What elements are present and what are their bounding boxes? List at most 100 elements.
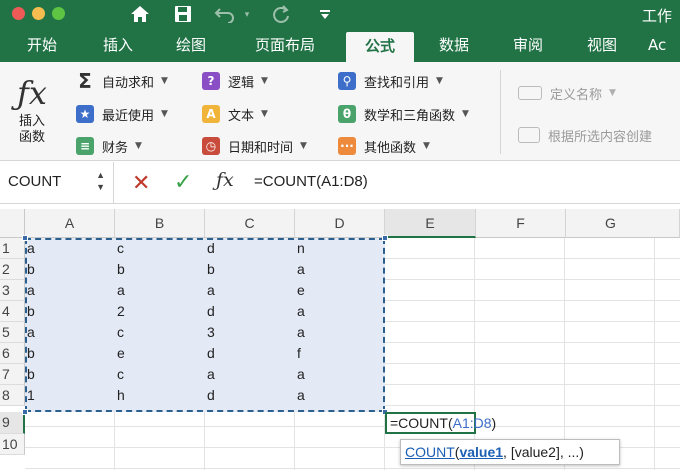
more-functions-label: 其他函数 — [364, 140, 417, 156]
row-header-4[interactable]: 4 — [0, 301, 25, 322]
tooltip-function-link[interactable]: COUNT — [405, 444, 455, 460]
cell-d7[interactable]: a — [295, 364, 385, 385]
enter-icon[interactable]: ✓ — [174, 169, 192, 195]
cell-b5[interactable]: c — [115, 322, 205, 343]
ribbon-separator — [500, 70, 501, 154]
tooltip-current-argument[interactable]: value1 — [459, 444, 503, 460]
cell-c5[interactable]: 3 — [205, 322, 295, 343]
cell-d4[interactable]: a — [295, 301, 385, 322]
tab-acrobat[interactable]: Ac — [648, 28, 680, 62]
text-button[interactable]: A 文本 ▼ — [202, 103, 268, 125]
row-header-3[interactable]: 3 — [0, 280, 25, 301]
column-header-g[interactable]: G — [566, 209, 680, 238]
row-header-8[interactable]: 8 — [0, 385, 25, 406]
cell-a7[interactable]: b — [25, 364, 115, 385]
cell-c8[interactable]: d — [205, 385, 295, 406]
row-header-10[interactable]: 10 — [0, 434, 25, 455]
formula-input[interactable]: =COUNT(A1:D8) — [254, 173, 368, 190]
undo-icon[interactable] — [212, 0, 238, 28]
magnifier-icon: ⚲ — [338, 72, 356, 90]
cell-b7[interactable]: c — [115, 364, 205, 385]
cell-a5[interactable]: a — [25, 322, 115, 343]
tab-draw[interactable]: 绘图 — [163, 28, 219, 62]
cell-a1[interactable]: a — [25, 238, 115, 259]
select-all-corner[interactable] — [0, 209, 25, 238]
recently-used-button[interactable]: ★ 最近使用 ▼ — [76, 103, 168, 125]
active-cell-e9[interactable]: =COUNT(A1:D8) — [385, 412, 496, 434]
range-handle-bottom-left[interactable] — [22, 409, 28, 415]
fx-icon[interactable]: ƒx — [216, 169, 234, 191]
tab-formulas[interactable]: 公式 — [346, 32, 414, 62]
tab-insert[interactable]: 插入 — [90, 28, 146, 62]
tab-page-layout[interactable]: 页面布局 — [240, 28, 330, 62]
cell-c6[interactable]: d — [205, 343, 295, 364]
column-header-c[interactable]: C — [205, 209, 295, 238]
redo-icon[interactable] — [268, 0, 294, 28]
lookup-reference-button[interactable]: ⚲ 查找和引用 ▼ — [338, 70, 443, 92]
cell-b6[interactable]: e — [115, 343, 205, 364]
cell-d5[interactable]: a — [295, 322, 385, 343]
cell-a2[interactable]: b — [25, 259, 115, 280]
row-header-1[interactable]: 1 — [0, 238, 25, 259]
save-icon[interactable] — [170, 0, 196, 28]
customize-toolbar-icon[interactable] — [314, 0, 336, 28]
undo-dropdown-icon[interactable]: ▾ — [240, 0, 254, 28]
cell-d3[interactable]: e — [295, 280, 385, 301]
cell-d8[interactable]: a — [295, 385, 385, 406]
financial-button[interactable]: ≡ 财务 ▼ — [76, 135, 142, 157]
column-header-d[interactable]: D — [295, 209, 385, 238]
chevron-down-icon: ▼ — [161, 76, 168, 86]
math-trig-button[interactable]: θ 数学和三角函数 ▼ — [338, 103, 469, 125]
tab-data[interactable]: 数据 — [426, 28, 482, 62]
minimize-window-button[interactable] — [32, 7, 45, 20]
column-header-f[interactable]: F — [476, 209, 566, 238]
cancel-icon[interactable]: ✕ — [132, 170, 150, 196]
row-header-9[interactable]: 9 — [0, 412, 25, 434]
create-from-selection-button[interactable]: 根据所选内容创建 — [518, 124, 652, 146]
name-box-stepper-icon[interactable]: ▲ ▼ — [96, 169, 105, 193]
tab-home[interactable]: 开始 — [14, 28, 70, 62]
column-header-e[interactable]: E — [385, 209, 476, 238]
name-box[interactable]: COUNT ▲ ▼ — [0, 162, 114, 204]
logical-label: 逻辑 — [228, 75, 255, 91]
insert-function-button[interactable]: ƒx 插入 函数 — [8, 72, 56, 158]
date-time-button[interactable]: ◷ 日期和时间 ▼ — [202, 135, 307, 157]
cell-b4[interactable]: 2 — [115, 301, 205, 322]
cell-a3[interactable]: a — [25, 280, 115, 301]
more-functions-button[interactable]: ··· 其他函数 ▼ — [338, 135, 430, 157]
zoom-window-button[interactable] — [52, 7, 65, 20]
cell-c3[interactable]: a — [205, 280, 295, 301]
tab-view[interactable]: 视图 — [574, 28, 630, 62]
row-header-2[interactable]: 2 — [0, 259, 25, 280]
title-bar: ▾ 工作 — [0, 0, 680, 28]
cell-b1[interactable]: c — [115, 238, 205, 259]
cell-a6[interactable]: b — [25, 343, 115, 364]
logical-button[interactable]: ? 逻辑 ▼ — [202, 70, 268, 92]
cell-b8[interactable]: h — [115, 385, 205, 406]
autosum-button[interactable]: Σ 自动求和 ▼ — [76, 69, 168, 93]
insert-function-label-2: 函数 — [18, 130, 45, 145]
column-header-b[interactable]: B — [115, 209, 205, 238]
cell-c4[interactable]: d — [205, 301, 295, 322]
cell-d1[interactable]: n — [295, 238, 385, 259]
cell-b2[interactable]: b — [115, 259, 205, 280]
ribbon-formulas: ƒx 插入 函数 Σ 自动求和 ▼ ★ 最近使用 ▼ ≡ 财务 ▼ ? 逻辑 ▼ A 文… — [0, 62, 680, 161]
row-header-5[interactable]: 5 — [0, 322, 25, 343]
cell-c7[interactable]: a — [205, 364, 295, 385]
cell-d2[interactable]: a — [295, 259, 385, 280]
chevron-down-icon: ▼ — [423, 141, 430, 151]
define-name-button[interactable]: 定义名称 ▼ — [518, 82, 616, 104]
row-header-6[interactable]: 6 — [0, 343, 25, 364]
cell-c1[interactable]: d — [205, 238, 295, 259]
close-window-button[interactable] — [12, 7, 25, 20]
cell-c2[interactable]: b — [205, 259, 295, 280]
column-header-a[interactable]: A — [25, 209, 115, 238]
row-header-7[interactable]: 7 — [0, 364, 25, 385]
cell-b3[interactable]: a — [115, 280, 205, 301]
cell-a4[interactable]: b — [25, 301, 115, 322]
cell-a8[interactable]: 1 — [25, 385, 115, 406]
worksheet-grid[interactable]: A B C D E F G 1 2 3 4 5 6 7 8 9 10 acdnb… — [0, 204, 680, 470]
home-icon[interactable] — [126, 0, 154, 28]
cell-d6[interactable]: f — [295, 343, 385, 364]
tab-review[interactable]: 审阅 — [500, 28, 556, 62]
